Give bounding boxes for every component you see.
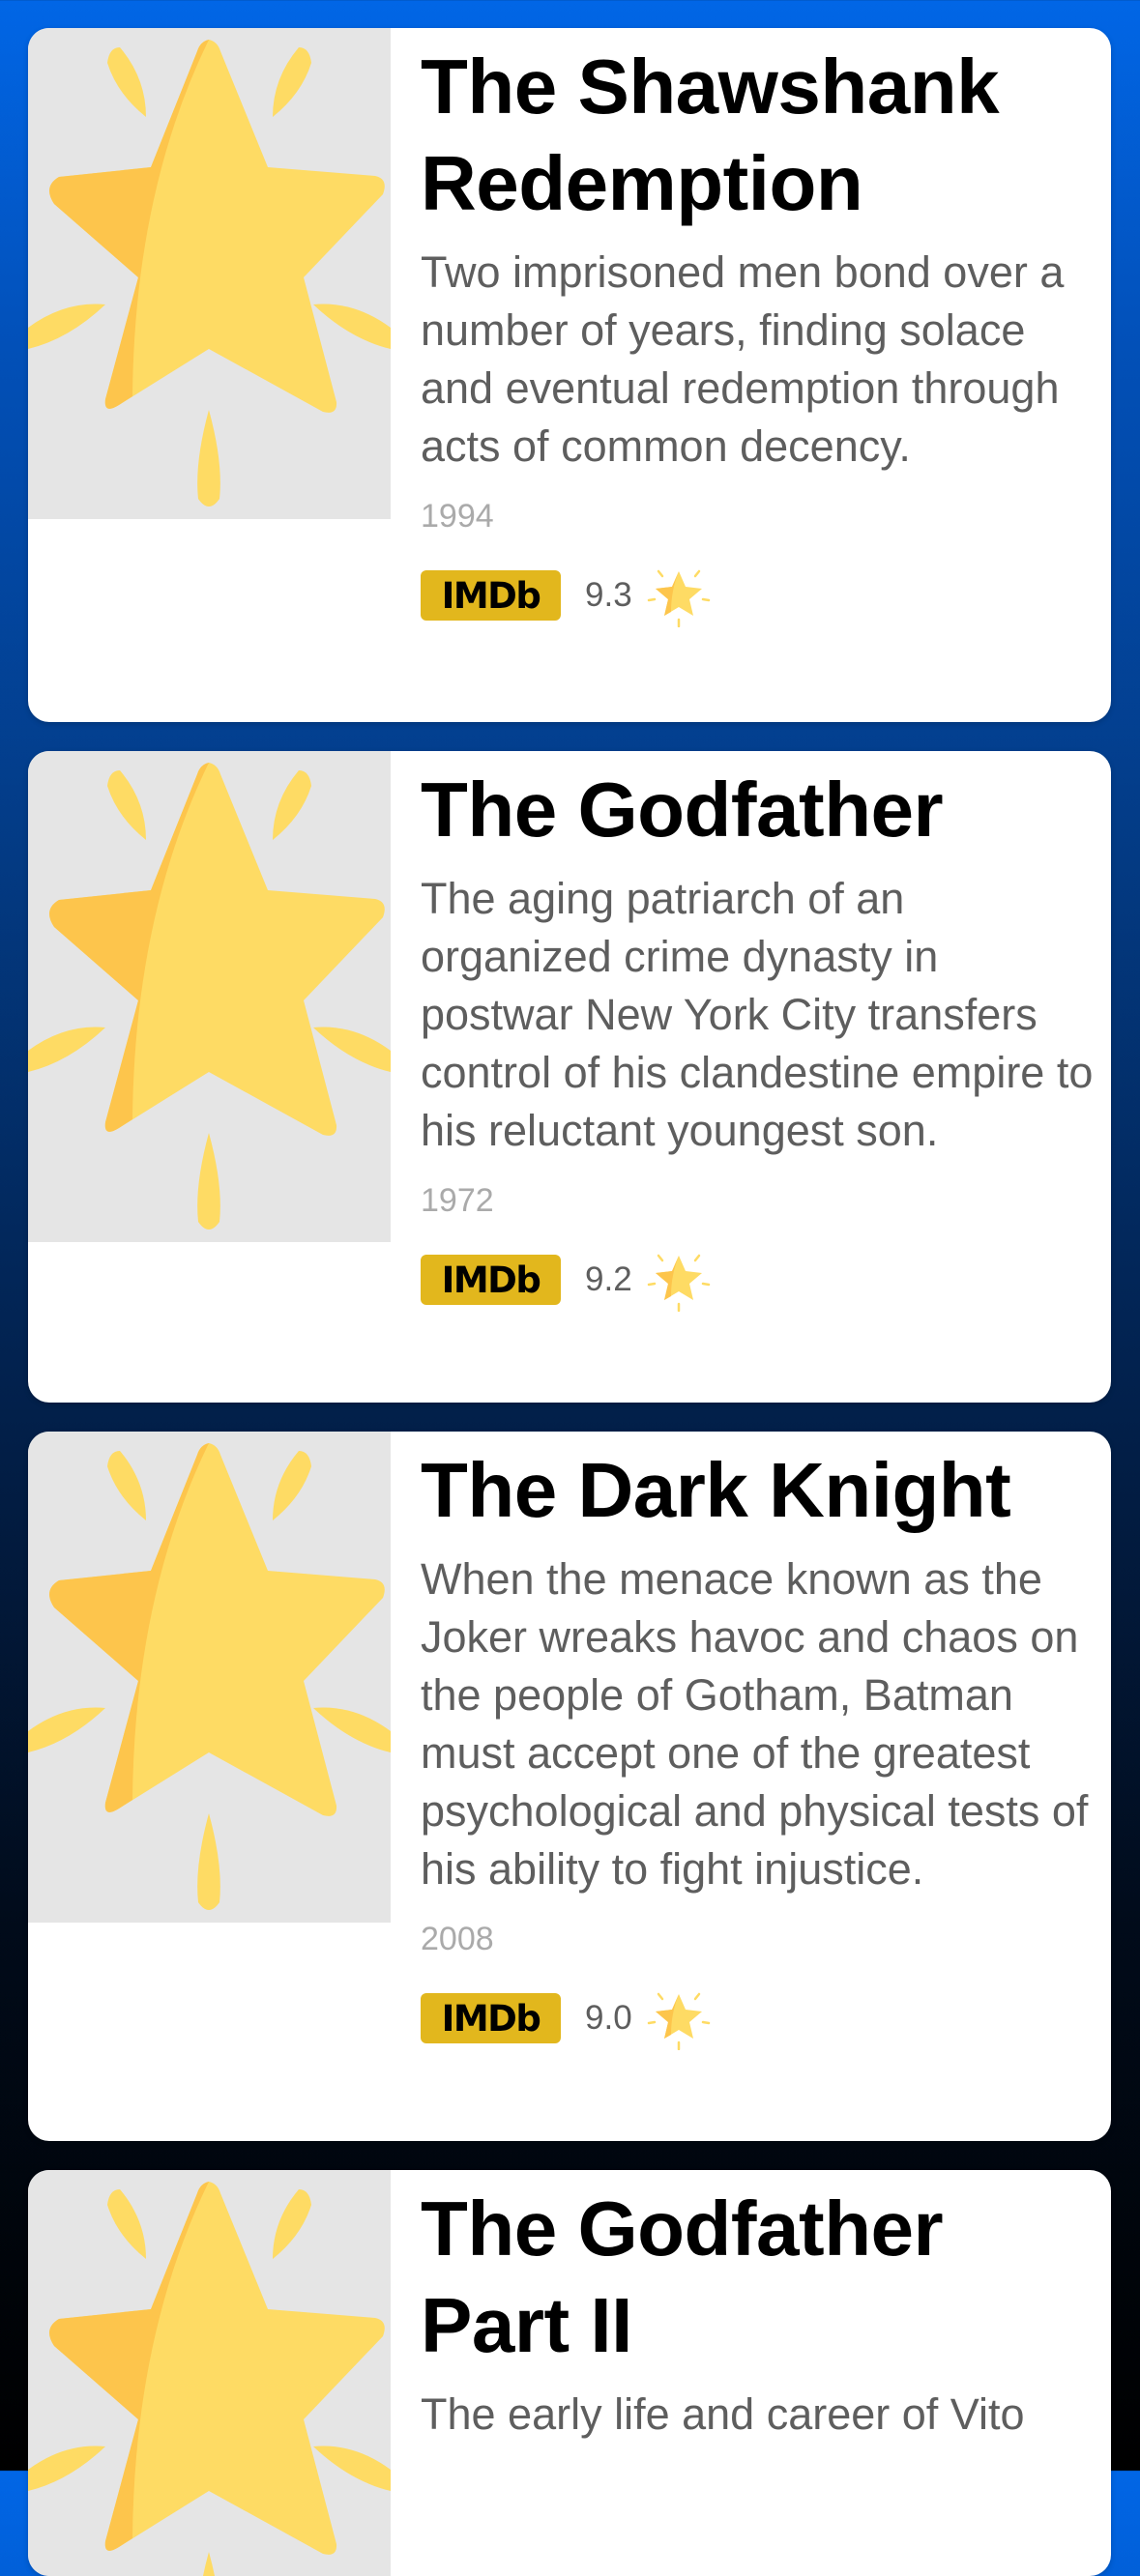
movie-info: The Godfather Part II The early life and…: [421, 2170, 1097, 2444]
movie-poster: [28, 751, 391, 1242]
rating-row: IMDb 9.2: [421, 1245, 1097, 1315]
movie-year: 1994: [421, 498, 494, 535]
movie-poster: [28, 2170, 391, 2576]
imdb-badge: IMDb: [421, 570, 561, 621]
rating-score: 9.2: [585, 1260, 632, 1298]
movie-poster: [28, 1432, 391, 1923]
star-icon: [647, 1986, 711, 2050]
movie-card[interactable]: The Dark Knight When the menace known as…: [28, 1432, 1111, 2141]
star-icon: [647, 1248, 711, 1312]
movie-description: The early life and career of Vito: [421, 2389, 1025, 2439]
movie-card[interactable]: The Shawshank Redemption Two imprisoned …: [28, 28, 1111, 722]
imdb-badge: IMDb: [421, 1993, 561, 2043]
rating-row: IMDb 9.3: [421, 561, 1097, 630]
movie-year: 1972: [421, 1182, 494, 1219]
movie-title: The Godfather: [421, 767, 944, 853]
movie-title: The Godfather Part II: [421, 2185, 944, 2368]
star-icon: [28, 751, 391, 1242]
movie-card[interactable]: The Godfather Part II The early life and…: [28, 2170, 1111, 2576]
movie-description: The aging patriarch of an organized crim…: [421, 874, 1094, 1155]
rating-row: IMDb 9.0: [421, 1983, 1097, 2053]
rating-score: 9.3: [585, 576, 632, 614]
movie-info: The Shawshank Redemption Two imprisoned …: [421, 28, 1097, 630]
movie-card[interactable]: The Godfather The aging patriarch of an …: [28, 751, 1111, 1403]
movie-poster: [28, 28, 391, 519]
star-icon: [28, 1432, 391, 1923]
movie-info: The Dark Knight When the menace known as…: [421, 1432, 1097, 2053]
movie-year: 2008: [421, 1921, 494, 1957]
movie-info: The Godfather The aging patriarch of an …: [421, 751, 1097, 1315]
movie-description: When the menace known as the Joker wreak…: [421, 1554, 1089, 1894]
movie-title: The Dark Knight: [421, 1447, 1011, 1533]
star-icon: [647, 564, 711, 627]
movie-description: Two imprisoned men bond over a number of…: [421, 247, 1065, 471]
imdb-badge: IMDb: [421, 1255, 561, 1305]
star-icon: [28, 2170, 391, 2576]
star-icon: [28, 28, 391, 519]
rating-score: 9.0: [585, 1999, 632, 2037]
movie-title: The Shawshank Redemption: [421, 43, 1000, 226]
